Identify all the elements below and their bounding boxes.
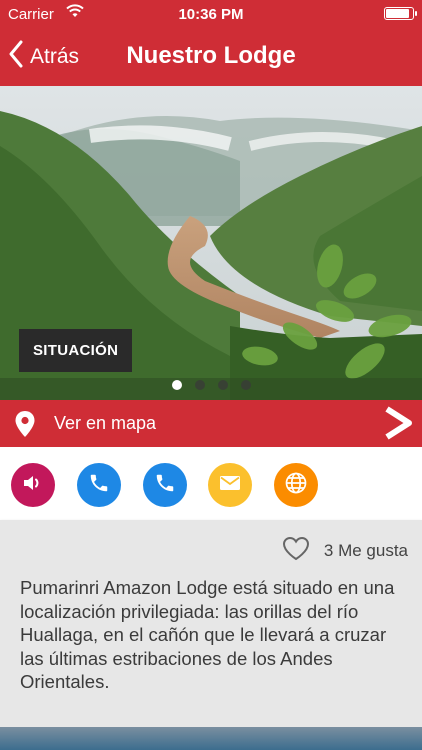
- likes-row: 3 Me gusta: [282, 536, 408, 566]
- view-map-label: Ver en mapa: [54, 413, 157, 433]
- background-strip: [0, 727, 422, 750]
- email-icon: [219, 474, 241, 497]
- phone-icon: [88, 472, 110, 499]
- speaker-icon: [22, 472, 44, 499]
- page-dot[interactable]: [240, 380, 251, 390]
- page-indicator[interactable]: [0, 380, 422, 390]
- action-bar: [0, 447, 422, 523]
- status-bar: Carrier 10:36 PM: [0, 0, 422, 28]
- lodge-description: Pumarinri Amazon Lodge está situado en u…: [20, 577, 395, 692]
- location-pin-icon: [14, 410, 36, 443]
- likes-count: 3 Me gusta: [323, 541, 408, 560]
- view-map-button[interactable]: Ver en mapa: [0, 400, 422, 447]
- navigation-bar: Atrás Nuestro Lodge: [0, 28, 422, 86]
- chevron-right-icon: [382, 406, 414, 445]
- heart-icon[interactable]: [282, 536, 310, 566]
- photo-gallery[interactable]: SITUACIÓN: [0, 86, 422, 400]
- page-dot[interactable]: [194, 380, 205, 390]
- clock: 10:36 PM: [178, 6, 244, 23]
- globe-icon: [284, 471, 308, 500]
- website-button[interactable]: [274, 463, 318, 507]
- description-panel: 3 Me gusta Pumarinri Amazon Lodge está s…: [0, 520, 422, 727]
- page-dot[interactable]: [171, 380, 182, 390]
- page-title: Nuestro Lodge: [126, 42, 296, 69]
- call-button-1[interactable]: [77, 463, 121, 507]
- battery-fill: [386, 9, 409, 18]
- page-dot[interactable]: [217, 380, 228, 390]
- audio-button[interactable]: [11, 463, 55, 507]
- call-button-2[interactable]: [143, 463, 187, 507]
- section-badge: SITUACIÓN: [19, 329, 133, 372]
- phone-icon: [154, 472, 176, 499]
- battery-icon: [384, 7, 417, 20]
- email-button[interactable]: [208, 463, 252, 507]
